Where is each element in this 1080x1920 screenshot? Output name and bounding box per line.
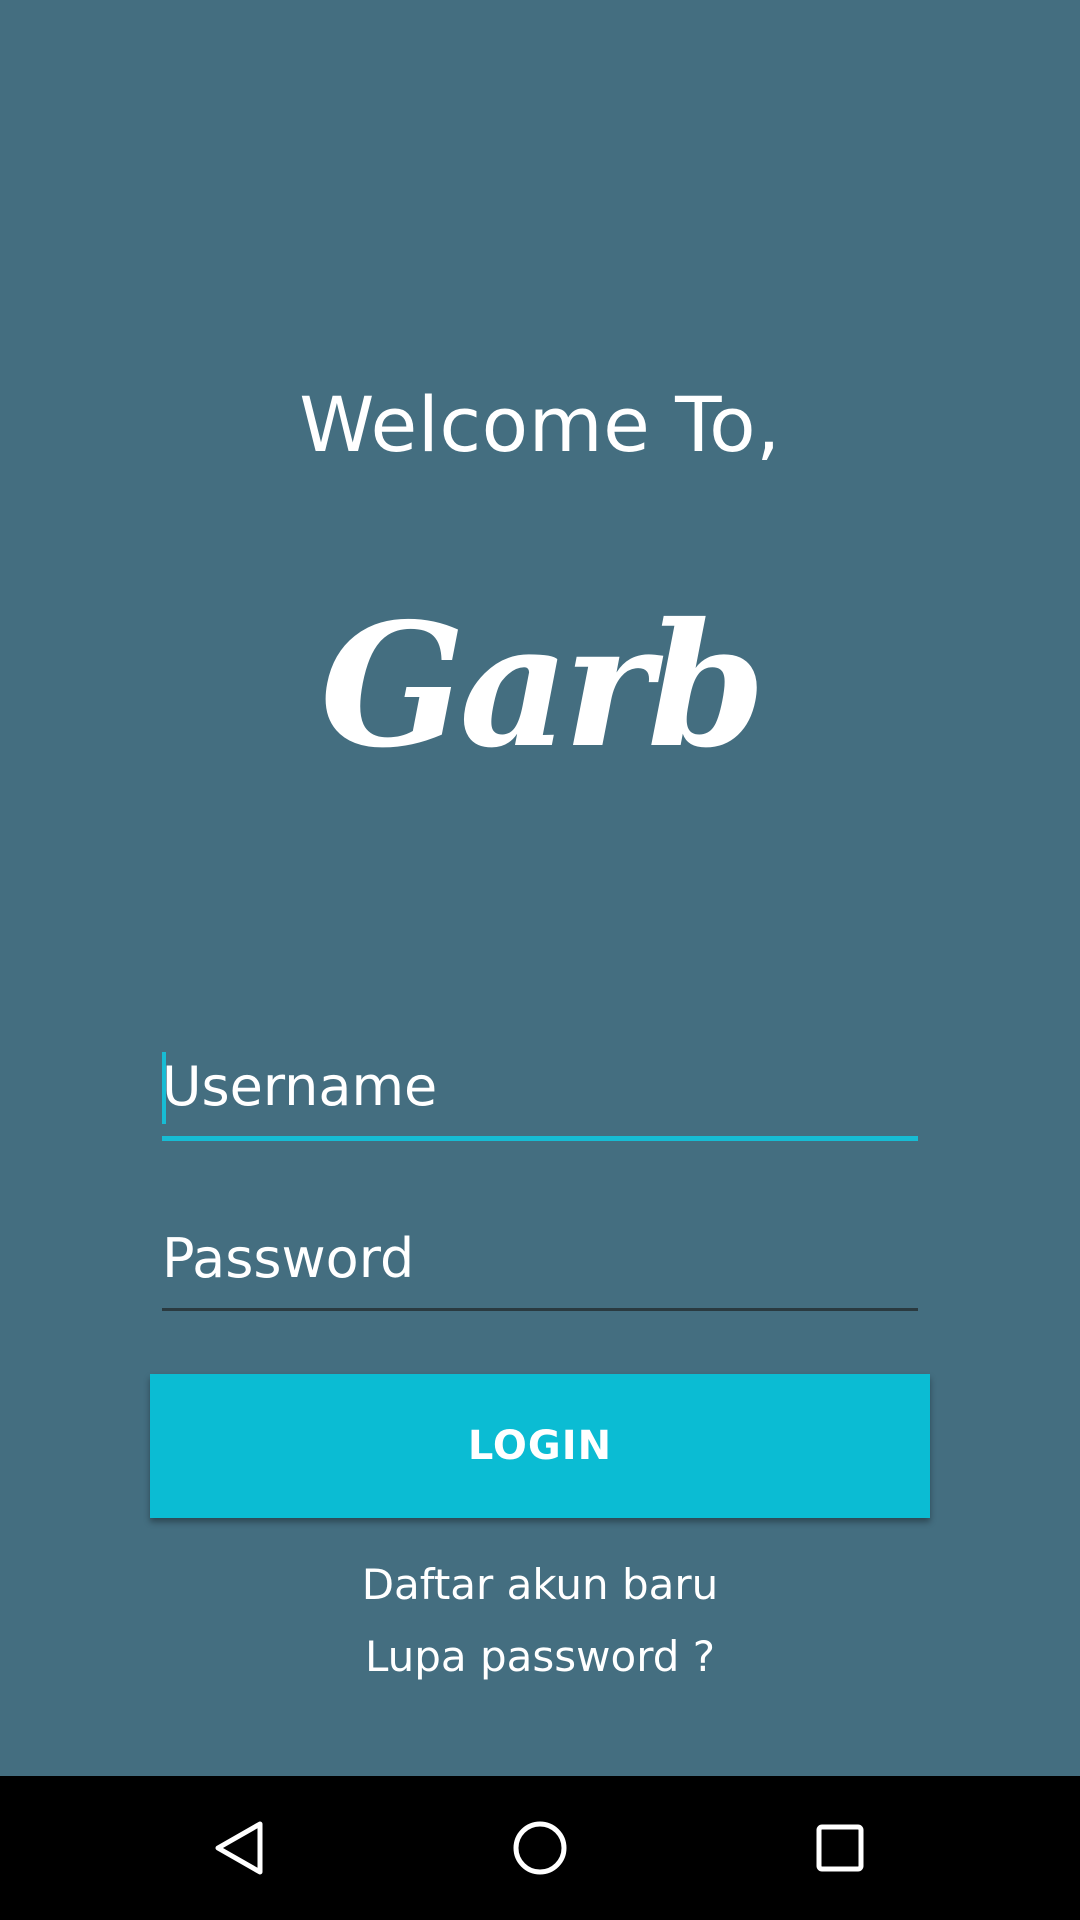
text-cursor [162,1052,166,1124]
back-button[interactable] [190,1798,290,1898]
recent-apps-square-icon [816,1824,864,1872]
password-input[interactable] [162,1220,918,1296]
home-button[interactable] [490,1798,590,1898]
username-input[interactable] [162,1048,918,1124]
system-navigation-bar [0,1776,1080,1920]
forgot-password-link[interactable]: Lupa password ? [0,1632,1080,1681]
garb-logo: Garb [320,586,766,786]
recent-apps-button[interactable] [790,1798,890,1898]
welcome-title: Welcome To, [299,380,781,469]
username-field[interactable] [162,1048,918,1141]
password-underline [162,1308,918,1311]
back-triangle-icon [215,1821,263,1875]
app-content: Welcome To, Garb LOGIN Daftar akun baru … [0,0,1080,1776]
register-link[interactable]: Daftar akun baru [0,1560,1080,1609]
login-screen: Welcome To, Garb LOGIN Daftar akun baru … [0,0,1080,1920]
login-button[interactable]: LOGIN [150,1374,930,1518]
username-underline [162,1136,918,1141]
home-circle-icon [513,1821,567,1875]
password-field[interactable] [162,1220,918,1311]
svg-text:Garb: Garb [320,586,760,786]
